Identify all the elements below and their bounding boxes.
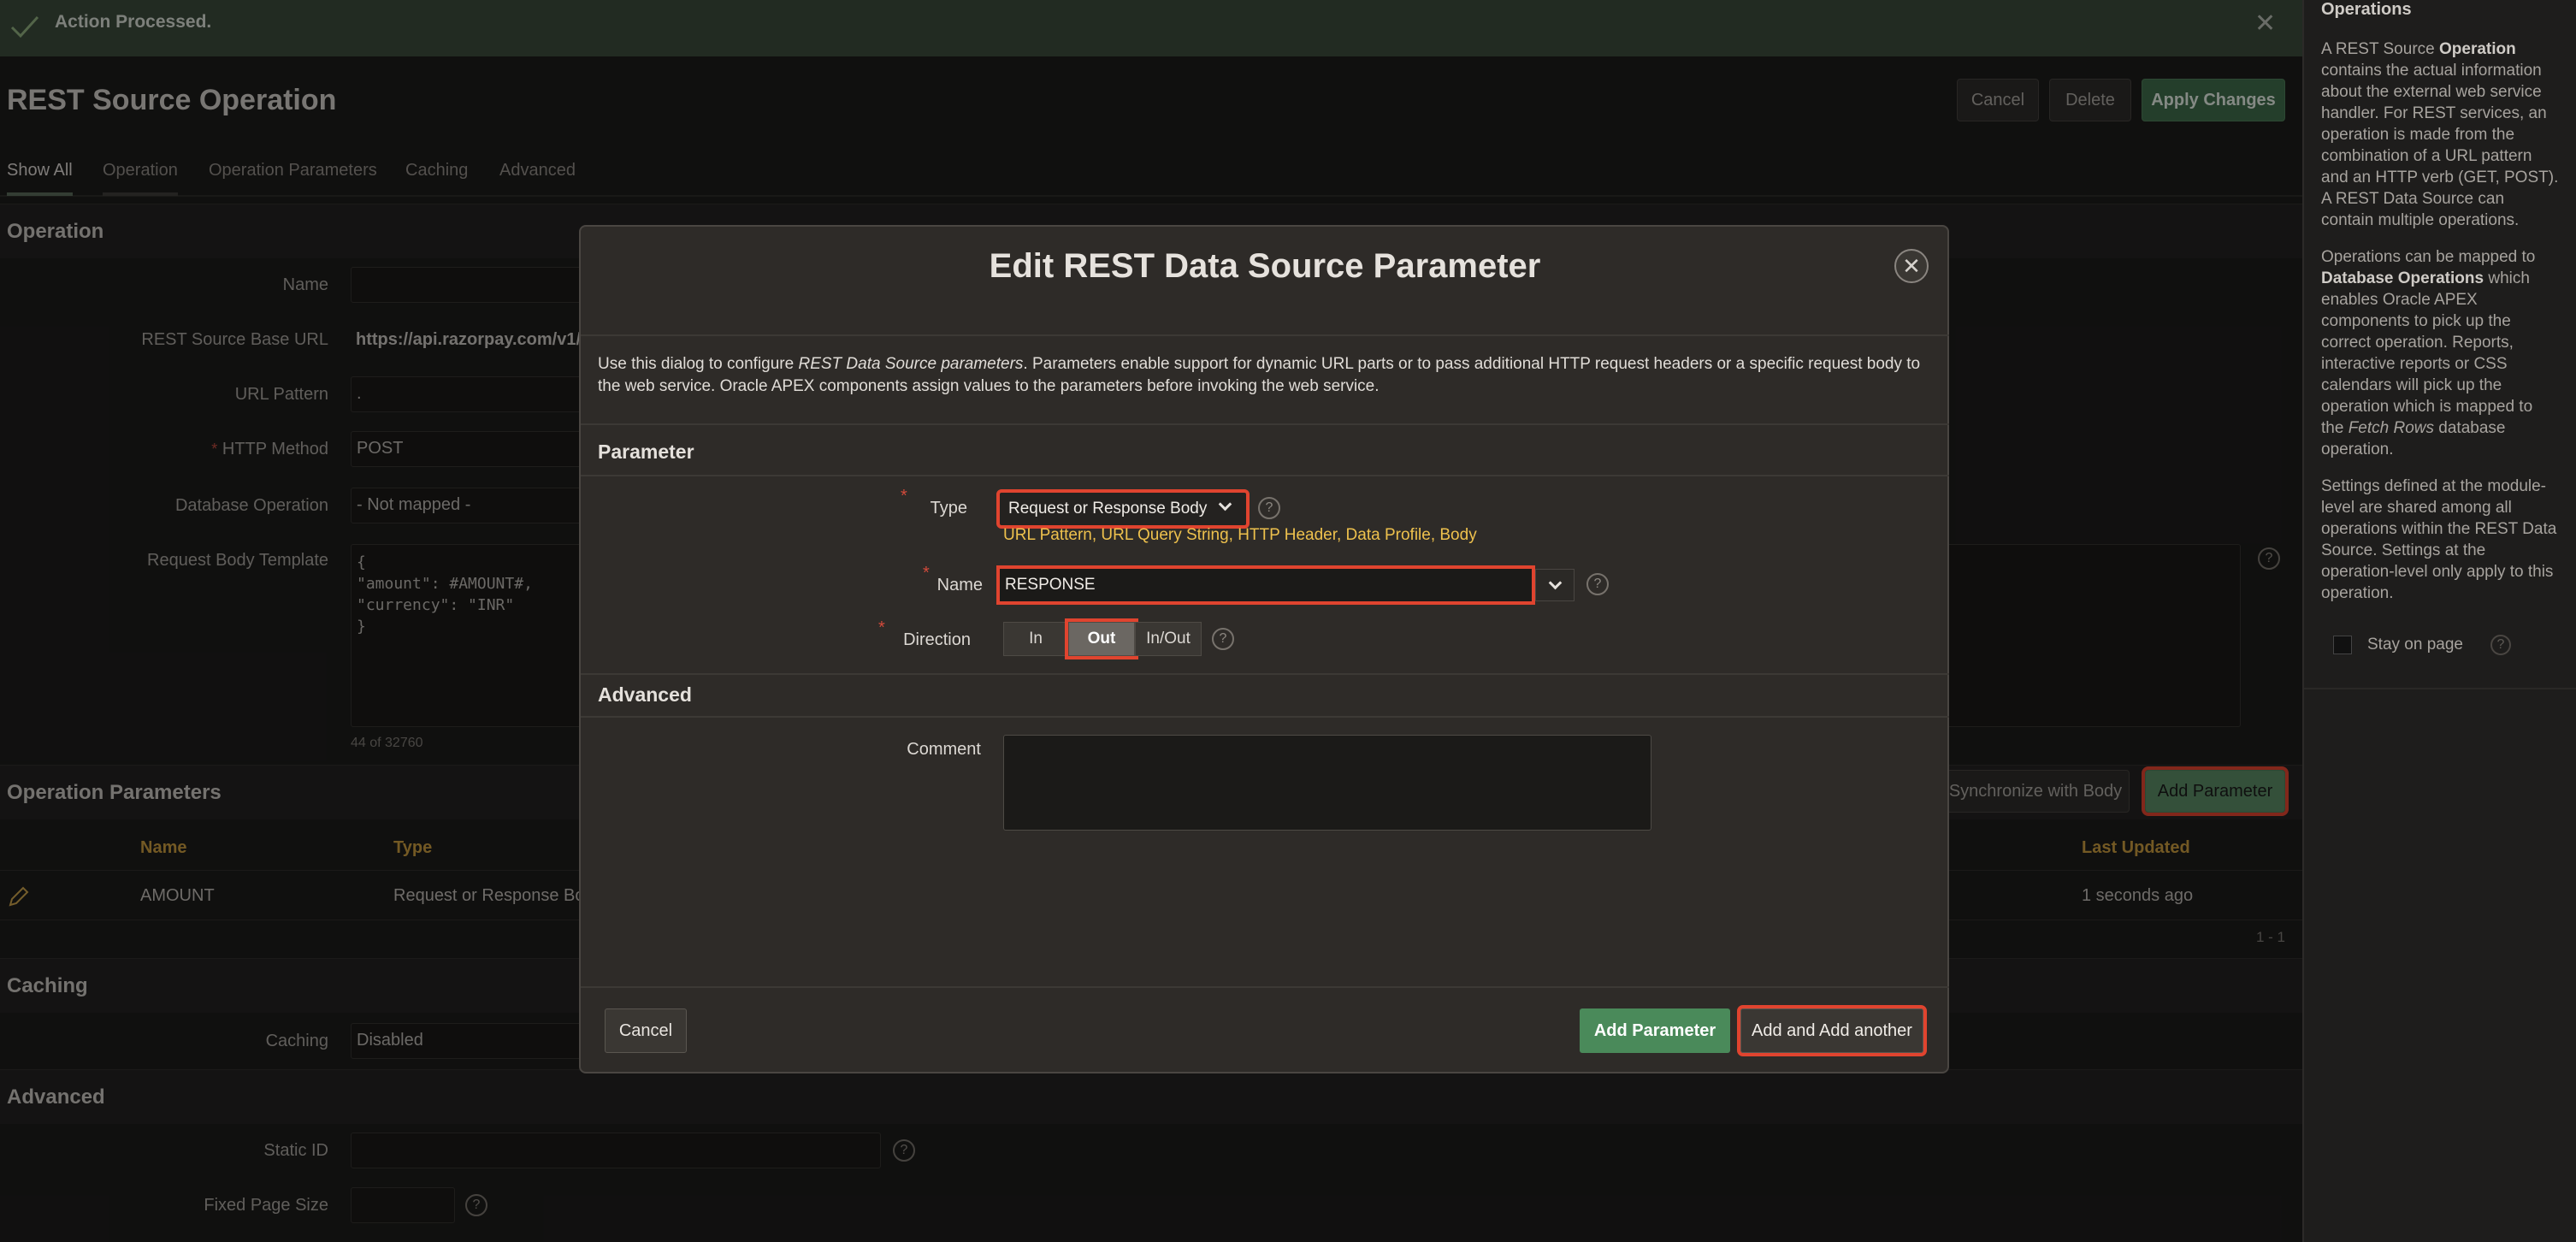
cancel-button[interactable]: Cancel: [605, 1008, 687, 1053]
type-label: Type: [930, 499, 967, 518]
chevron-down-icon: [1218, 497, 1232, 512]
sidebar-paragraph: A REST Source Operation contains the act…: [2321, 40, 2559, 229]
dialog-title: Edit REST Data Source Parameter: [989, 247, 1541, 285]
close-icon[interactable]: ✕: [1894, 249, 1929, 283]
divider: [581, 334, 1949, 336]
parameter-section-title: Parameter: [598, 441, 694, 463]
sidebar-paragraph: Operations can be mapped to Database Ope…: [2321, 248, 2536, 458]
direction-inout-option[interactable]: In/Out: [1135, 622, 1202, 656]
help-icon[interactable]: ?: [1212, 628, 1234, 650]
help-sidebar: Operations A REST Source Operation conta…: [2302, 0, 2576, 1242]
type-hint: URL Pattern, URL Query String, HTTP Head…: [1003, 526, 1477, 544]
direction-out-option[interactable]: Out: [1065, 618, 1138, 659]
divider: [581, 673, 1949, 675]
stay-on-page-option[interactable]: Stay on page ?: [2333, 635, 2511, 655]
stay-on-page-checkbox[interactable]: [2333, 636, 2352, 654]
type-select[interactable]: Request or Response Body: [996, 489, 1250, 529]
add-and-add-another-button[interactable]: Add and Add another: [1737, 1005, 1927, 1056]
direction-in-option[interactable]: In: [1003, 622, 1068, 656]
edit-parameter-dialog: Edit REST Data Source Parameter ✕ Use th…: [579, 225, 1949, 1073]
sidebar-divider: [2304, 688, 2576, 689]
advanced-section-title: Advanced: [598, 683, 692, 706]
help-icon[interactable]: ?: [1586, 573, 1609, 595]
dialog-description: Use this dialog to configure REST Data S…: [598, 355, 1921, 395]
comment-textarea[interactable]: [1003, 735, 1651, 831]
dialog-footer-divider: [581, 986, 1949, 988]
comment-label: Comment: [907, 740, 981, 759]
sidebar-paragraph: Settings defined at the module-level are…: [2321, 477, 2557, 602]
add-parameter-button[interactable]: Add Parameter: [1580, 1008, 1730, 1053]
help-icon[interactable]: ?: [1258, 497, 1280, 519]
sidebar-heading: Operations: [2321, 0, 2412, 19]
divider: [581, 716, 1949, 718]
name-input[interactable]: RESPONSE: [996, 565, 1535, 605]
divider: [581, 475, 1949, 476]
name-label: Name: [936, 576, 983, 594]
help-icon[interactable]: ?: [2490, 635, 2511, 655]
direction-label: Direction: [903, 630, 971, 649]
divider: [581, 423, 1949, 425]
stay-on-page-label: Stay on page: [2367, 636, 2463, 654]
name-lov-button[interactable]: [1535, 569, 1575, 601]
chevron-down-icon: [1548, 576, 1562, 589]
type-select-value: Request or Response Body: [1008, 500, 1208, 518]
